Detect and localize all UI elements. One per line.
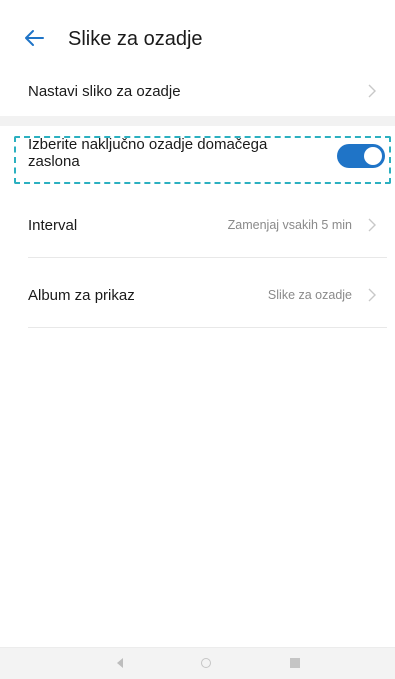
arrow-left-icon[interactable] xyxy=(22,26,46,50)
square-icon[interactable] xyxy=(290,658,300,668)
circle-icon[interactable] xyxy=(201,658,211,668)
album-row[interactable]: Album za prikaz Slike za ozadje xyxy=(0,266,395,324)
chevron-right-icon xyxy=(368,288,376,302)
interval-value: Zamenjaj vsakih 5 min xyxy=(227,218,352,232)
system-nav-bar xyxy=(0,647,395,679)
row-divider xyxy=(28,327,387,328)
random-wallpaper-toggle[interactable] xyxy=(337,144,385,168)
random-wallpaper-row[interactable]: Izberite naključno ozadje domačega zaslo… xyxy=(0,128,395,184)
album-label: Album za prikaz xyxy=(28,286,135,304)
app-bar: Slike za ozadje xyxy=(0,0,395,64)
album-value: Slike za ozadje xyxy=(267,288,352,302)
section-divider xyxy=(0,116,395,126)
chevron-right-icon xyxy=(368,218,376,232)
page-title: Slike za ozadje xyxy=(68,28,203,50)
set-wallpaper-label: Nastavi sliko za ozadje xyxy=(28,82,181,100)
random-wallpaper-label: Izberite naključno ozadje domačega zaslo… xyxy=(28,136,268,170)
set-wallpaper-row[interactable]: Nastavi sliko za ozadje xyxy=(0,66,395,116)
toggle-knob xyxy=(364,147,382,165)
interval-row[interactable]: Interval Zamenjaj vsakih 5 min xyxy=(0,196,395,254)
chevron-right-icon xyxy=(368,84,376,98)
row-divider xyxy=(28,257,387,258)
wallpaper-settings-screen: Slike za ozadje Nastavi sliko za ozadje … xyxy=(0,0,395,679)
triangle-left-icon[interactable] xyxy=(113,656,127,670)
interval-label: Interval xyxy=(28,216,78,234)
